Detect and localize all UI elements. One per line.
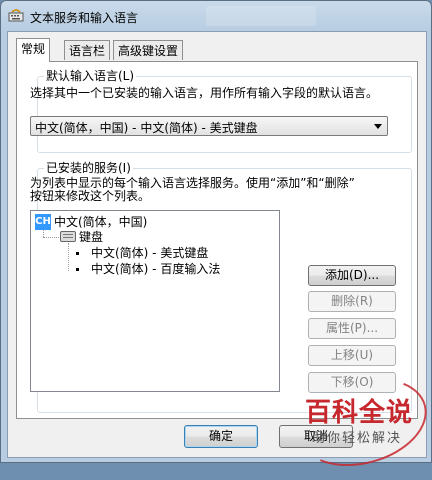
tab-general-label: 常规: [21, 42, 46, 56]
add-button[interactable]: 添加(D)...: [308, 265, 396, 286]
text-services-icon: [8, 9, 24, 22]
tab-advanced-key-settings[interactable]: 高级键设置: [113, 40, 184, 60]
tab-advanced-key-settings-label: 高级键设置: [118, 44, 179, 58]
default-language-group-label: 默认输入语言(L): [44, 69, 137, 83]
move-up-button[interactable]: 上移(U): [308, 345, 396, 366]
bullet-icon: [76, 252, 79, 255]
remove-button[interactable]: 删除(R): [308, 291, 396, 312]
default-language-selected-value: 中文(简体，中国) - 中文(简体) - 美式键盘: [35, 121, 258, 135]
default-language-group: 默认输入语言(L) 选择其中一个已安装的输入语言，用作所有输入字段的默认语言。 …: [30, 69, 412, 153]
properties-button[interactable]: 属性(P)...: [308, 318, 396, 339]
tree-item-service-baidu-ime[interactable]: 中文(简体) - 百度输入法: [91, 261, 220, 277]
tab-general[interactable]: 常规: [16, 38, 51, 62]
installed-services-description-line1: 为列表中显示的每个输入语言选择服务。使用“添加”和“删除”: [30, 176, 355, 190]
chevron-down-icon[interactable]: [374, 124, 382, 129]
installed-services-tree[interactable]: CH 中文(简体，中国) 键盘 中文(简体) - 美式键盘 中文(简体) - 百…: [30, 210, 280, 392]
tree-item-keyboard-category[interactable]: 键盘: [79, 229, 103, 245]
tree-item-root-language[interactable]: 中文(简体，中国): [54, 214, 147, 230]
tab-language-bar[interactable]: 语言栏: [64, 40, 111, 60]
tab-language-bar-label: 语言栏: [69, 44, 106, 58]
installed-services-description-line2: 按钮来修改这个列表。: [30, 189, 151, 203]
tree-connector: [43, 230, 44, 237]
ok-button[interactable]: 确定: [184, 425, 258, 448]
default-language-description: 选择其中一个已安装的输入语言，用作所有输入字段的默认语言。: [30, 86, 379, 100]
default-language-select[interactable]: 中文(简体，中国) - 中文(简体) - 美式键盘: [30, 116, 388, 136]
language-badge-icon: CH: [35, 214, 51, 230]
installed-services-group: 已安装的服务(I) 为列表中显示的每个输入语言选择服务。使用“添加”和“删除” …: [30, 161, 412, 413]
bullet-icon: [76, 268, 79, 271]
keyboard-icon: [60, 231, 76, 242]
tree-connector: [68, 243, 69, 271]
window-title: 文本服务和输入语言: [30, 11, 139, 25]
tree-connector: [43, 237, 59, 238]
title-bar[interactable]: 文本服务和输入语言: [1, 1, 431, 31]
tree-item-service-us-keyboard[interactable]: 中文(简体) - 美式键盘: [91, 245, 208, 261]
watermark-logo-text: 百科全说: [305, 398, 414, 428]
installed-services-group-label: 已安装的服务(I): [44, 161, 133, 175]
watermark-slogan: 助你轻松解决: [312, 431, 403, 446]
tab-panel-general: 默认输入语言(L) 选择其中一个已安装的输入语言，用作所有输入字段的默认语言。 …: [16, 61, 418, 419]
title-bar-background-blur: [206, 6, 316, 26]
